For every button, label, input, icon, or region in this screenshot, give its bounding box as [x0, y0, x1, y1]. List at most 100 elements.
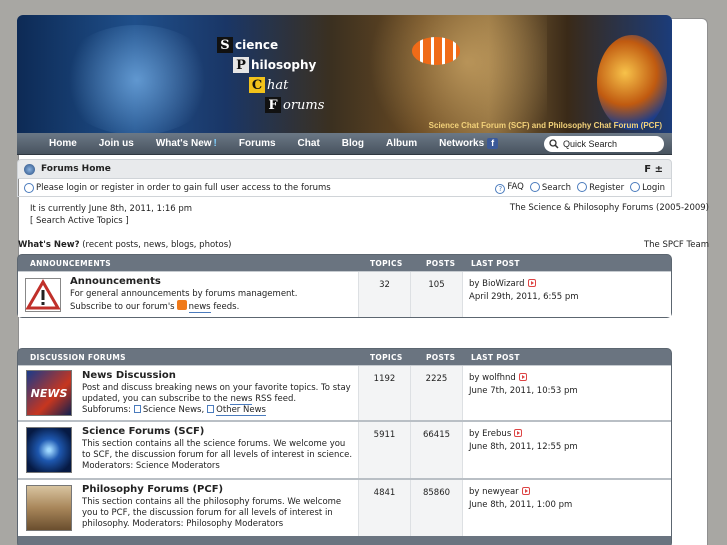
- last-post: by Erebus June 8th, 2011, 12:55 pm: [462, 422, 671, 478]
- whats-new-link[interactable]: What's New?: [18, 240, 80, 250]
- subscribe-pre: Subscribe to our forum's: [70, 302, 175, 312]
- pencil-icon: [577, 181, 588, 192]
- forum-icon-cell: [18, 422, 80, 478]
- font-size-toggle[interactable]: F ±: [644, 164, 663, 175]
- nav-networks[interactable]: Networks f: [428, 138, 509, 149]
- forum-title-science[interactable]: Science Forums (SCF): [82, 426, 354, 437]
- last-post-date: June 8th, 2011, 1:00 pm: [469, 500, 573, 510]
- forum-title-news[interactable]: News Discussion: [82, 370, 354, 381]
- posts-count: 105: [410, 272, 462, 317]
- nav-chat[interactable]: Chat: [287, 138, 331, 149]
- school-of-athens-icon: [26, 485, 72, 531]
- last-post-author[interactable]: by newyear: [469, 487, 519, 497]
- title-line-philosophy: P hilosophy: [233, 55, 324, 75]
- faq-link[interactable]: ? FAQ: [495, 182, 524, 194]
- register-link[interactable]: Register: [577, 181, 625, 194]
- banner-statue-art: [347, 15, 547, 133]
- last-post-author[interactable]: by wolfhnd: [469, 373, 516, 383]
- current-time-block: It is currently June 8th, 2011, 1:16 pm …: [30, 203, 192, 227]
- forum-info: News Discussion Post and discuss breakin…: [80, 366, 358, 420]
- posts-count: 66415: [410, 422, 462, 478]
- last-post-date: June 7th, 2011, 10:53 pm: [469, 386, 578, 396]
- section-title: DISCUSSION FORUMS: [30, 352, 126, 362]
- posts-count: 2225: [410, 366, 462, 420]
- quick-search-input[interactable]: [563, 139, 658, 149]
- title-word: cience: [235, 38, 279, 52]
- nav-networks-label: Networks: [439, 138, 485, 149]
- col-topics: TOPICS: [370, 352, 403, 362]
- user-links: ? FAQ Search Register Login: [495, 181, 665, 194]
- news-rss-link[interactable]: news: [230, 394, 253, 405]
- nav-home[interactable]: Home: [17, 138, 88, 149]
- discussion-section: DISCUSSION FORUMS TOPICS POSTS LAST POST…: [17, 348, 672, 545]
- search-label: Search: [541, 182, 572, 193]
- col-last-post: LAST POST: [471, 352, 520, 362]
- last-post: by newyear June 8th, 2011, 1:00 pm: [462, 480, 671, 536]
- title-letter: F: [265, 97, 281, 113]
- forum-desc-pre: Post and discuss breaking news on your f…: [82, 383, 351, 404]
- subforum-icon: [133, 405, 141, 413]
- section-header: ANNOUNCEMENTS TOPICS POSTS LAST POST: [18, 255, 671, 271]
- banner-caption: Science Chat Forum (SCF) and Philosophy …: [428, 121, 662, 130]
- forum-icon-cell: [18, 480, 80, 536]
- forum-desc: This section contains all the science fo…: [82, 439, 353, 471]
- last-post-author[interactable]: by Erebus: [469, 429, 511, 439]
- facebook-icon: f: [487, 138, 499, 149]
- whats-new-line: What's New? (recent posts, news, blogs, …: [18, 240, 231, 250]
- login-label: Login: [642, 182, 665, 193]
- team-link[interactable]: The SPCF Team: [644, 240, 709, 250]
- subforum-other-news[interactable]: Other News: [216, 405, 266, 416]
- search-link[interactable]: Search: [529, 181, 572, 194]
- site-banner: S cience P hilosophy C hat F orums Scien…: [17, 15, 672, 133]
- nav-join-us[interactable]: Join us: [88, 138, 145, 149]
- goto-post-icon[interactable]: [521, 487, 530, 495]
- users-icon: [24, 182, 34, 193]
- search-active-topics-link[interactable]: [ Search Active Topics ]: [30, 215, 192, 227]
- subforum-science-news[interactable]: Science News,: [143, 405, 204, 415]
- col-topics: TOPICS: [370, 258, 403, 268]
- forum-title-announcements[interactable]: Announcements: [70, 276, 354, 287]
- login-message: Please login or register in order to gai…: [36, 182, 331, 193]
- breaking-news-icon: NEWS: [26, 370, 72, 416]
- forum-title-philosophy[interactable]: Philosophy Forums (PCF): [82, 484, 354, 495]
- goto-post-icon[interactable]: [514, 429, 523, 437]
- subforums-label: Subforums:: [82, 405, 131, 415]
- forum-icon-cell: [18, 272, 68, 317]
- col-posts: POSTS: [426, 352, 456, 362]
- power-icon: [630, 181, 641, 192]
- quick-search: [544, 136, 664, 152]
- last-post: by wolfhnd June 7th, 2011, 10:53 pm: [462, 366, 671, 420]
- title-letter: C: [249, 77, 265, 93]
- title-line-chat: C hat: [249, 75, 324, 95]
- topics-count: 1192: [358, 366, 410, 420]
- breadcrumb-forums-home[interactable]: Forums Home: [41, 164, 111, 174]
- goto-post-icon[interactable]: [527, 279, 536, 287]
- nav-forums[interactable]: Forums: [228, 138, 287, 149]
- forum-info: Philosophy Forums (PCF) This section con…: [80, 480, 358, 536]
- forum-desc: This section contains all the philosophy…: [82, 497, 342, 529]
- topics-count: 5911: [358, 422, 410, 478]
- nav-blog[interactable]: Blog: [331, 138, 375, 149]
- goto-post-icon[interactable]: [518, 373, 527, 381]
- help-icon: ?: [495, 183, 506, 194]
- forum-row: NEWS News Discussion Post and discuss br…: [18, 365, 671, 420]
- register-label: Register: [589, 182, 625, 193]
- subscribe-post: feeds.: [213, 302, 240, 312]
- forum-desc-post: RSS feed.: [255, 394, 297, 404]
- nav-whats-new-label: What's New: [155, 138, 212, 149]
- nav-whats-new[interactable]: What's New!: [145, 138, 228, 149]
- search-icon: [549, 139, 559, 149]
- nav-album[interactable]: Album: [375, 138, 428, 149]
- breadcrumb: Forums Home F ±: [17, 159, 672, 179]
- atom-icon: [26, 427, 72, 473]
- subforum-icon: [207, 405, 215, 413]
- title-word: orums: [283, 97, 325, 113]
- news-feed-link[interactable]: news: [188, 302, 211, 313]
- clownfish-icon: [412, 37, 460, 65]
- forum-desc: For general announcements by forums mana…: [70, 289, 298, 299]
- login-link[interactable]: Login: [630, 181, 665, 194]
- last-post-date: April 29th, 2011, 6:55 pm: [469, 292, 579, 302]
- forum-row: Announcements For general announcements …: [18, 271, 671, 317]
- last-post-author[interactable]: by BioWizard: [469, 279, 525, 289]
- warning-icon: [25, 277, 61, 312]
